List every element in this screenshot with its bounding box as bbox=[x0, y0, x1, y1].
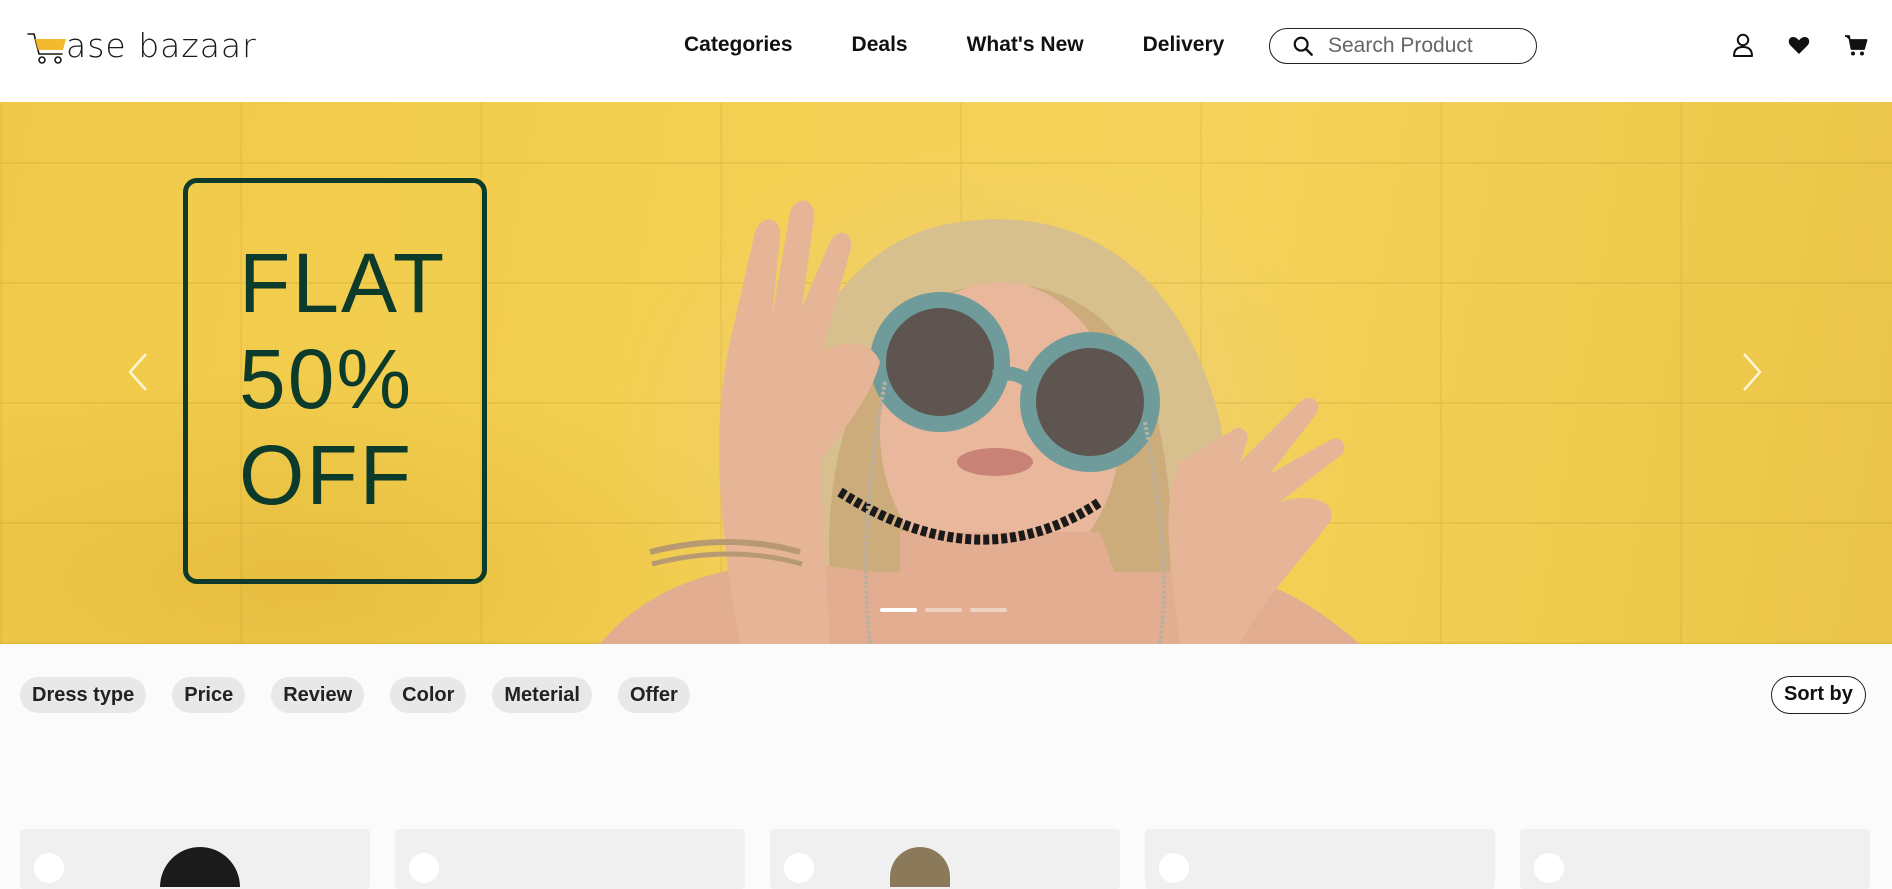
filter-material[interactable]: Meterial bbox=[492, 677, 592, 713]
nav-deals[interactable]: Deals bbox=[852, 30, 908, 60]
heart-icon[interactable] bbox=[1787, 32, 1811, 58]
sort-by-button[interactable]: Sort by bbox=[1771, 676, 1866, 714]
next-slide-arrow-icon[interactable] bbox=[1738, 350, 1766, 394]
filter-offer[interactable]: Offer bbox=[617, 677, 690, 713]
promo-line-3: OFF bbox=[239, 428, 413, 522]
logo-text: ase bazaar bbox=[66, 26, 257, 65]
site-header: ase bazaar Categories Deals What's New D… bbox=[0, 0, 1892, 102]
main-nav: Categories Deals What's New Delivery bbox=[684, 30, 1224, 60]
filter-review[interactable]: Review bbox=[271, 677, 365, 713]
filter-price[interactable]: Price bbox=[172, 677, 246, 713]
wishlist-icon[interactable] bbox=[784, 853, 814, 883]
carousel-dot-1[interactable] bbox=[880, 608, 917, 612]
carousel-indicators bbox=[880, 608, 1007, 612]
product-card[interactable] bbox=[1520, 829, 1870, 889]
wishlist-icon[interactable] bbox=[1534, 853, 1564, 883]
filter-color[interactable]: Color bbox=[390, 677, 467, 713]
product-card[interactable] bbox=[20, 829, 370, 889]
nav-categories[interactable]: Categories bbox=[684, 30, 793, 60]
hero-carousel: FLAT 50% OFF bbox=[0, 102, 1892, 644]
search-input[interactable] bbox=[1328, 34, 1518, 58]
search-icon bbox=[1293, 36, 1313, 56]
nav-delivery[interactable]: Delivery bbox=[1143, 30, 1225, 60]
model-photo bbox=[600, 200, 1360, 644]
user-icon[interactable] bbox=[1731, 32, 1755, 58]
product-card[interactable] bbox=[770, 829, 1120, 889]
nav-whats-new[interactable]: What's New bbox=[967, 30, 1084, 60]
product-card[interactable] bbox=[395, 829, 745, 889]
product-card[interactable] bbox=[1145, 829, 1495, 889]
product-image bbox=[160, 847, 240, 887]
filter-bar: Dress type Price Review Color Meterial O… bbox=[20, 677, 690, 713]
prev-slide-arrow-icon[interactable] bbox=[124, 350, 152, 394]
promo-line-2: 50% bbox=[239, 332, 414, 426]
cart-logo-icon bbox=[27, 33, 66, 64]
wishlist-icon[interactable] bbox=[1159, 853, 1189, 883]
product-grid bbox=[20, 829, 1870, 889]
carousel-dot-3[interactable] bbox=[970, 608, 1007, 612]
logo[interactable]: ase bazaar bbox=[26, 26, 257, 66]
product-image bbox=[890, 847, 950, 887]
cart-icon[interactable] bbox=[1844, 32, 1868, 58]
wishlist-icon[interactable] bbox=[409, 853, 439, 883]
carousel-dot-2[interactable] bbox=[925, 608, 962, 612]
filter-dress-type[interactable]: Dress type bbox=[20, 677, 147, 713]
search-box[interactable] bbox=[1269, 28, 1537, 64]
wishlist-icon[interactable] bbox=[34, 853, 64, 883]
promo-box: FLAT 50% OFF bbox=[183, 178, 487, 584]
promo-line-1: FLAT bbox=[239, 236, 447, 330]
